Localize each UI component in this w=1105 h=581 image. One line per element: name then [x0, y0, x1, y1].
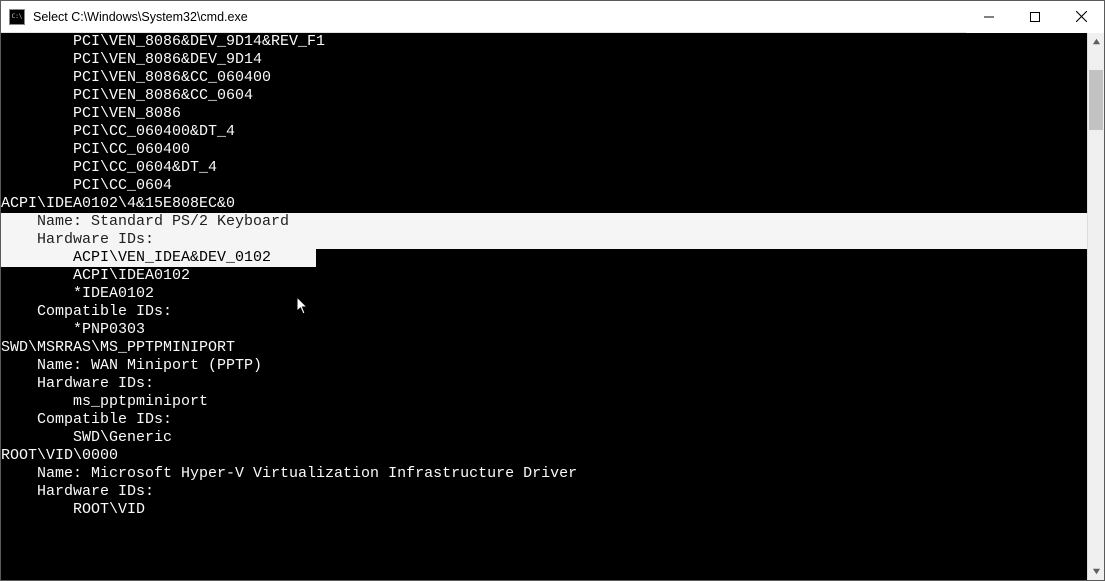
terminal-line: ACPI\IDEA0102	[1, 267, 1087, 285]
selection-highlight: ACPI\VEN_IDEA&DEV_0102	[1, 249, 316, 267]
terminal-line: Hardware IDs:	[1, 483, 1087, 501]
titlebar[interactable]: Select C:\Windows\System32\cmd.exe	[1, 1, 1104, 33]
terminal-line: Name: Microsoft Hyper-V Virtualization I…	[1, 465, 1087, 483]
terminal-line: PCI\VEN_8086&CC_0604	[1, 87, 1087, 105]
terminal-line: Compatible IDs:	[1, 411, 1087, 429]
minimize-button[interactable]	[966, 1, 1012, 33]
scrollbar-track[interactable]	[1088, 50, 1104, 563]
terminal-line: PCI\VEN_8086	[1, 105, 1087, 123]
terminal-line: *IDEA0102	[1, 285, 1087, 303]
terminal-line: SWD\MSRRAS\MS_PPTPMINIPORT	[1, 339, 1087, 357]
terminal-line: PCI\CC_0604	[1, 177, 1087, 195]
terminal-line: *PNP0303	[1, 321, 1087, 339]
terminal-line: PCI\VEN_8086&DEV_9D14&REV_F1	[1, 33, 1087, 51]
scroll-up-arrow-icon[interactable]	[1088, 33, 1104, 50]
scrollbar-thumb[interactable]	[1089, 70, 1103, 130]
terminal-line: Name: WAN Miniport (PPTP)	[1, 357, 1087, 375]
terminal-line: ROOT\VID	[1, 501, 1087, 519]
terminal-line: ACPI\IDEA0102\4&15E808EC&0	[1, 195, 1087, 213]
vertical-scrollbar[interactable]	[1087, 33, 1104, 580]
terminal-line: PCI\VEN_8086&DEV_9D14	[1, 51, 1087, 69]
terminal-line: Hardware IDs:	[1, 375, 1087, 393]
window-title: Select C:\Windows\System32\cmd.exe	[33, 10, 966, 24]
terminal-line: Compatible IDs:	[1, 303, 1087, 321]
client-area: PCI\VEN_8086&DEV_9D14&REV_F1 PCI\VEN_808…	[1, 33, 1104, 580]
terminal-line: ACPI\VEN_IDEA&DEV_0102	[1, 249, 1087, 267]
terminal-line: ms_pptpminiport	[1, 393, 1087, 411]
terminal-line: ROOT\VID\0000	[1, 447, 1087, 465]
maximize-button[interactable]	[1012, 1, 1058, 33]
terminal-line: PCI\CC_060400	[1, 141, 1087, 159]
terminal-line: PCI\VEN_8086&CC_060400	[1, 69, 1087, 87]
terminal-output[interactable]: PCI\VEN_8086&DEV_9D14&REV_F1 PCI\VEN_808…	[1, 33, 1087, 580]
terminal-line: PCI\CC_060400&DT_4	[1, 123, 1087, 141]
terminal-line: SWD\Generic	[1, 429, 1087, 447]
terminal-line: Hardware IDs:	[1, 231, 1087, 249]
cmd-icon	[9, 9, 25, 25]
terminal-line: Name: Standard PS/2 Keyboard	[1, 213, 1087, 231]
close-button[interactable]	[1058, 1, 1104, 33]
terminal-line: PCI\CC_0604&DT_4	[1, 159, 1087, 177]
window-frame: Select C:\Windows\System32\cmd.exe PCI\V…	[0, 0, 1105, 581]
scroll-down-arrow-icon[interactable]	[1088, 563, 1104, 580]
